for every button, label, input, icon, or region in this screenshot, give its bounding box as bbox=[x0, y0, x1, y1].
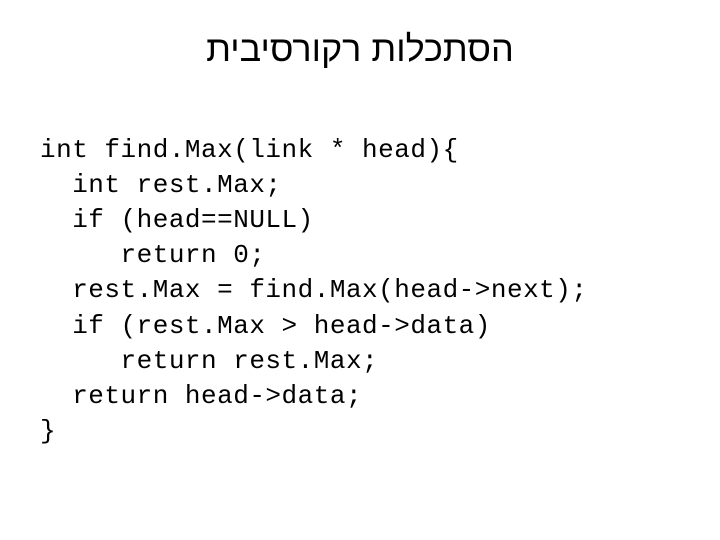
code-line: return head->data; bbox=[40, 381, 362, 411]
slide: הסתכלות רקורסיבית int find.Max(link * he… bbox=[0, 0, 720, 540]
code-line: if (rest.Max > head->data) bbox=[40, 311, 491, 341]
code-line: if (head==NULL) bbox=[40, 205, 314, 235]
code-line: return rest.Max; bbox=[40, 346, 378, 376]
code-block: int find.Max(link * head){ int rest.Max;… bbox=[40, 98, 680, 449]
slide-title: הסתכלות רקורסיבית bbox=[40, 28, 680, 70]
code-line: int rest.Max; bbox=[40, 170, 282, 200]
code-line: int find.Max(link * head){ bbox=[40, 135, 459, 165]
code-line: } bbox=[40, 416, 56, 446]
code-line: return 0; bbox=[40, 240, 265, 270]
code-line: rest.Max = find.Max(head->next); bbox=[40, 275, 588, 305]
